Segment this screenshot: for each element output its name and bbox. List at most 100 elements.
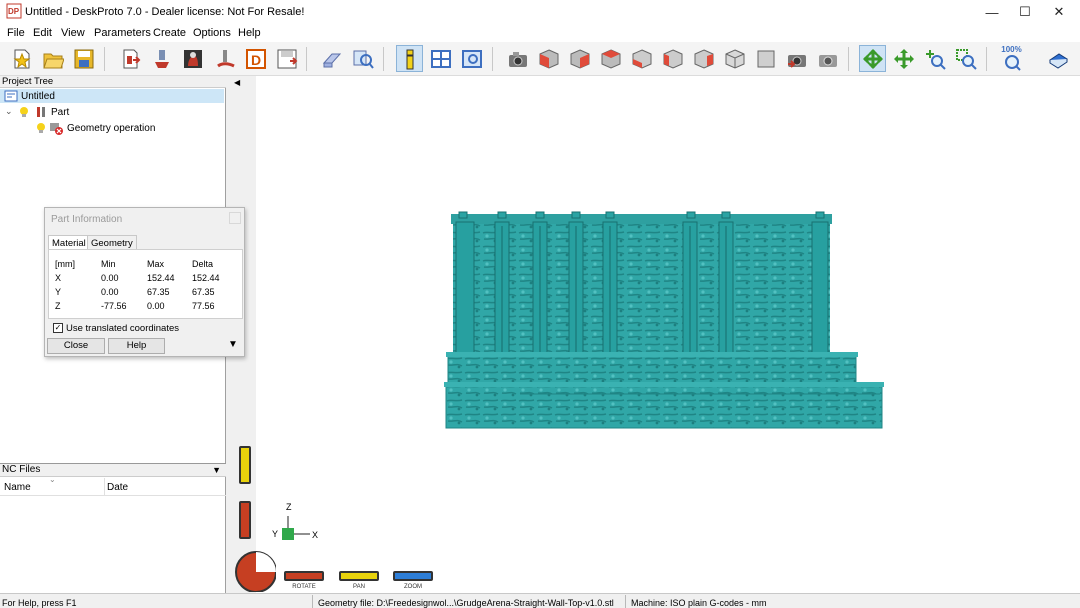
nc-column-name[interactable]: Name xyxy=(4,482,31,493)
row-x-max: 152.44 xyxy=(147,273,175,283)
zoom-slider-yellow[interactable] xyxy=(239,446,251,484)
toolbar-separator xyxy=(492,47,493,71)
new-file-icon[interactable] xyxy=(8,45,35,72)
tree-item-untitled[interactable]: Untitled xyxy=(0,89,224,103)
3d-viewport[interactable]: Z Y X ROTATE PAN ZOOM xyxy=(230,76,1080,593)
menu-bar: File Edit View Parameters Create Options… xyxy=(0,24,1080,42)
tab-geometry[interactable]: Geometry xyxy=(87,235,137,250)
nc-files-header: NC Files ▼ xyxy=(0,463,226,477)
zoom-mode-icon[interactable] xyxy=(921,45,948,72)
info-table: [mm] Min Max Delta X 0.00 152.44 152.44 … xyxy=(48,249,243,319)
rotate-slider-red[interactable] xyxy=(239,501,251,539)
save-nc-icon[interactable] xyxy=(273,45,300,72)
help-book-icon[interactable] xyxy=(1044,45,1071,72)
lightbulb-icon[interactable] xyxy=(36,122,46,137)
toolbar-separator xyxy=(383,47,384,71)
tree-label-part[interactable]: Part xyxy=(51,107,69,118)
view-right-icon[interactable] xyxy=(597,45,624,72)
pan-mode-icon[interactable] xyxy=(890,45,917,72)
tab-material[interactable]: Material xyxy=(48,235,90,250)
part-icon xyxy=(34,105,48,122)
translated-coordinates-label: Use translated coordinates xyxy=(66,323,180,334)
sort-chevron-icon: ⌄ xyxy=(49,475,56,484)
dropdown-arrow-icon[interactable]: ▼ xyxy=(212,465,221,475)
toolbar: D 100% xyxy=(0,42,1080,76)
dialog-close-icon[interactable] xyxy=(229,212,241,224)
import-geometry-icon[interactable] xyxy=(116,45,143,72)
help-dialog-button[interactable]: Help xyxy=(108,338,165,354)
zoom-window-icon[interactable] xyxy=(952,45,979,72)
view-bottom-icon[interactable] xyxy=(690,45,717,72)
row-y-min: 0.00 xyxy=(101,287,119,297)
status-separator xyxy=(625,595,626,608)
view-iso-icon[interactable] xyxy=(535,45,562,72)
maximize-button[interactable]: ☐ xyxy=(1008,0,1042,24)
row-x-delta: 152.44 xyxy=(192,273,220,283)
close-button[interactable]: ✕ xyxy=(1042,0,1076,24)
view-front-icon[interactable] xyxy=(566,45,593,72)
close-dialog-button[interactable]: Close xyxy=(47,338,105,354)
inspect-icon[interactable] xyxy=(349,45,376,72)
row-y-delta: 67.35 xyxy=(192,287,215,297)
collapse-arrow-icon[interactable]: ◀ xyxy=(234,78,240,87)
translated-coordinates-checkbox[interactable]: ✓ xyxy=(53,323,63,333)
view-reset-icon[interactable] xyxy=(752,45,779,72)
part-information-dialog: Part Information Material Geometry [mm] … xyxy=(44,207,245,357)
dialog-title: Part Information xyxy=(51,214,123,225)
tree-label-geometry-operation[interactable]: Geometry operation xyxy=(67,123,155,134)
camera-icon[interactable] xyxy=(504,45,531,72)
project-tree-header: Project Tree xyxy=(0,76,226,88)
menu-file[interactable]: File xyxy=(7,27,25,39)
axis-y-label: Y xyxy=(272,529,278,539)
bitmap-import-icon[interactable] xyxy=(179,45,206,72)
header-delta: Delta xyxy=(192,259,214,269)
zoom-label: ZOOM xyxy=(404,584,422,590)
operation-wizard-icon[interactable] xyxy=(148,45,175,72)
menu-options[interactable]: Options xyxy=(193,27,231,39)
open-folder-icon[interactable] xyxy=(39,45,66,72)
eraser-icon[interactable] xyxy=(318,45,345,72)
nc-column-date[interactable]: Date xyxy=(107,482,128,493)
header-min: Min xyxy=(101,259,116,269)
toolbar-separator xyxy=(306,47,307,71)
drawing-import-icon[interactable]: D xyxy=(242,45,269,72)
menu-view[interactable]: View xyxy=(61,27,85,39)
row-x-min: 0.00 xyxy=(101,273,119,283)
view-left-icon[interactable] xyxy=(659,45,686,72)
toolbar-separator xyxy=(848,47,849,71)
layout-view-icon[interactable] xyxy=(427,45,454,72)
preview-window-icon[interactable] xyxy=(458,45,485,72)
nc-files-title: NC Files xyxy=(2,464,41,475)
header-unit: [mm] xyxy=(55,259,75,269)
row-x-label: X xyxy=(55,273,62,283)
wall-model xyxy=(444,211,884,429)
lightbulb-icon[interactable] xyxy=(19,106,29,121)
pan-label: PAN xyxy=(353,584,365,590)
menu-edit[interactable]: Edit xyxy=(33,27,52,39)
row-y-label: Y xyxy=(55,287,62,297)
svg-text:DP: DP xyxy=(8,7,20,16)
zoom-100-icon[interactable]: 100% xyxy=(998,45,1025,72)
view-top-icon[interactable] xyxy=(721,45,748,72)
menu-parameters[interactable]: Parameters xyxy=(94,27,151,39)
axis-z-label: Z xyxy=(286,502,292,512)
part-information-icon[interactable] xyxy=(396,45,423,72)
minimize-button[interactable]: — xyxy=(975,0,1009,24)
expand-dialog-arrow-icon[interactable]: ▼ xyxy=(228,339,238,350)
nc-files-columns: Name ⌄ Date xyxy=(0,475,226,496)
axis-triad: Z Y X xyxy=(272,502,318,540)
view-back-icon[interactable] xyxy=(628,45,655,72)
tool-path-icon[interactable] xyxy=(211,45,238,72)
menu-create[interactable]: Create xyxy=(153,27,186,39)
rotate-dial[interactable] xyxy=(232,548,276,592)
zoom-control[interactable] xyxy=(393,571,433,581)
rotate-control[interactable] xyxy=(284,571,324,581)
screenshot-print-icon[interactable] xyxy=(814,45,841,72)
screenshot-save-icon[interactable] xyxy=(783,45,810,72)
rotate-mode-icon[interactable] xyxy=(859,45,886,72)
expand-chevron-icon[interactable]: ⌄ xyxy=(5,106,13,117)
row-y-max: 67.35 xyxy=(147,287,170,297)
menu-help[interactable]: Help xyxy=(238,27,261,39)
save-icon[interactable] xyxy=(70,45,97,72)
pan-control[interactable] xyxy=(339,571,379,581)
